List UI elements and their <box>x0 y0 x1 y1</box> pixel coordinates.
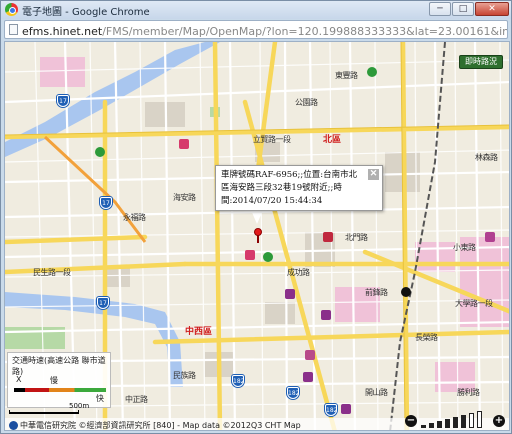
popup-text: 車牌號碼RAF-6956;;位置:台南市北區海安路三段32巷19號附近;;時間:… <box>221 170 358 206</box>
road-label-haian: 海安路 <box>173 193 196 202</box>
zoom-level-step[interactable] <box>421 425 426 428</box>
highway-shield-icon: 17 <box>97 297 109 309</box>
chrome-icon <box>5 3 18 16</box>
zoom-control[interactable]: − + <box>405 408 505 430</box>
copyright-text: 中華電信研究院 ©經濟部資訊研究所 [840] - Map data ©2012… <box>20 421 301 430</box>
poi-green-icon[interactable] <box>95 147 105 157</box>
highway-shield-icon: 17 <box>57 95 69 107</box>
popup-tail <box>251 210 263 224</box>
browser-window: 電子地圖 - Google Chrome ─ □ ✕ efms.hinet.ne… <box>0 0 512 434</box>
poi-building-icon[interactable] <box>303 372 313 382</box>
poi-building-icon[interactable] <box>285 289 295 299</box>
window-controls: ─ □ ✕ <box>429 2 509 16</box>
district-label-west-central: 中西區 <box>185 327 213 337</box>
road-label-gongyuan: 公園路 <box>295 98 318 107</box>
zoom-level-step[interactable] <box>445 419 450 428</box>
cht-logo-icon <box>9 421 18 430</box>
realtime-traffic-button[interactable]: 即時路況 <box>459 55 503 69</box>
zoom-in-button[interactable]: + <box>493 415 505 427</box>
url-path: /FMS/member/Map/OpenMap/?lon=120.1998883… <box>102 25 508 38</box>
poi-building-icon[interactable] <box>485 232 495 242</box>
title-bar[interactable]: 電子地圖 - Google Chrome ─ □ ✕ <box>1 1 511 19</box>
road-label-xiaodong: 小東路 <box>453 243 476 252</box>
zoom-level-step[interactable] <box>477 411 482 428</box>
poi-building-icon[interactable] <box>341 404 351 414</box>
map-canvas[interactable]: 北區 中西區 立賢路一段 小東路 成功路 大學路一段 民生路一段 民族路 公園路… <box>4 41 510 431</box>
road-label-daxue: 大學路一段 <box>455 299 493 308</box>
legend-slow-mid-label: 慢 <box>50 376 58 385</box>
poi-green-icon[interactable] <box>367 67 377 77</box>
legend-color-bar <box>14 388 106 392</box>
highway-shield-icon: 182 <box>287 387 299 399</box>
district-label-north: 北區 <box>323 135 342 145</box>
zoom-level-step[interactable] <box>429 423 434 428</box>
highway-shield-icon: 182 <box>232 375 244 387</box>
poi-railway-station-icon[interactable] <box>401 287 411 297</box>
road-label-zhongzheng: 中正路 <box>125 395 148 404</box>
close-button[interactable]: ✕ <box>475 2 509 16</box>
road-label-linsen: 林森路 <box>475 153 498 162</box>
vehicle-location-marker-icon[interactable] <box>254 228 262 236</box>
highway-shield-icon: 17 <box>100 197 112 209</box>
road-label-qianfeng: 前鋒路 <box>365 288 388 297</box>
poi-hospital-icon[interactable] <box>245 250 255 260</box>
highway-shield-icon: 182 <box>325 404 337 416</box>
map-scale-bar <box>9 410 79 414</box>
page-icon <box>9 24 18 35</box>
zoom-level-step[interactable] <box>469 413 474 428</box>
vehicle-pin-stem <box>257 235 259 243</box>
road-label-shengli: 勝利路 <box>457 388 480 397</box>
road-label-minsheng: 民生路一段 <box>33 268 71 277</box>
zoom-level-step[interactable] <box>461 415 466 428</box>
popup-close-icon[interactable]: ✕ <box>368 169 379 180</box>
poi-green-icon[interactable] <box>263 252 273 262</box>
legend-x-label: X <box>16 375 22 384</box>
road-label-minzu: 民族路 <box>173 371 196 380</box>
road-label-lixing: 立賢路一段 <box>253 135 291 144</box>
address-bar[interactable]: efms.hinet.net/FMS/member/Map/OpenMap/?l… <box>4 20 508 39</box>
road-label-kaishan: 開山路 <box>365 388 388 397</box>
vehicle-info-popup: 車牌號碼RAF-6956;;位置:台南市北區海安路三段32巷19號附近;;時間:… <box>215 165 383 211</box>
map-scale-label: 500m <box>69 402 90 410</box>
legend-title: 交通時速(高速公路 聯市道路) <box>12 356 106 376</box>
poi-church-icon[interactable] <box>323 232 333 242</box>
road-label-changrong: 長榮路 <box>415 333 438 342</box>
road-label-dongfeng: 東豐路 <box>335 71 358 80</box>
poi-hospital-icon[interactable] <box>179 139 189 149</box>
road-label-beimen: 北門路 <box>345 233 368 242</box>
traffic-speed-legend: 交通時速(高速公路 聯市道路) X 慢 快 <box>7 352 111 408</box>
poi-building-icon[interactable] <box>321 310 331 320</box>
poi-building-icon[interactable] <box>305 350 315 360</box>
road-label-chenggong: 成功路 <box>287 268 310 277</box>
window-title: 電子地圖 - Google Chrome <box>22 7 150 18</box>
url-text[interactable]: efms.hinet.net/FMS/member/Map/OpenMap/?l… <box>22 23 508 38</box>
zoom-level-step[interactable] <box>453 417 458 428</box>
minimize-button[interactable]: ─ <box>429 2 451 16</box>
zoom-out-button[interactable]: − <box>405 415 417 427</box>
zoom-level-step[interactable] <box>437 421 442 428</box>
maximize-button[interactable]: □ <box>452 2 474 16</box>
legend-fast-label: 快 <box>96 394 104 403</box>
url-domain: efms.hinet.net <box>22 25 103 38</box>
road-label-yongfu: 永福路 <box>123 213 146 222</box>
